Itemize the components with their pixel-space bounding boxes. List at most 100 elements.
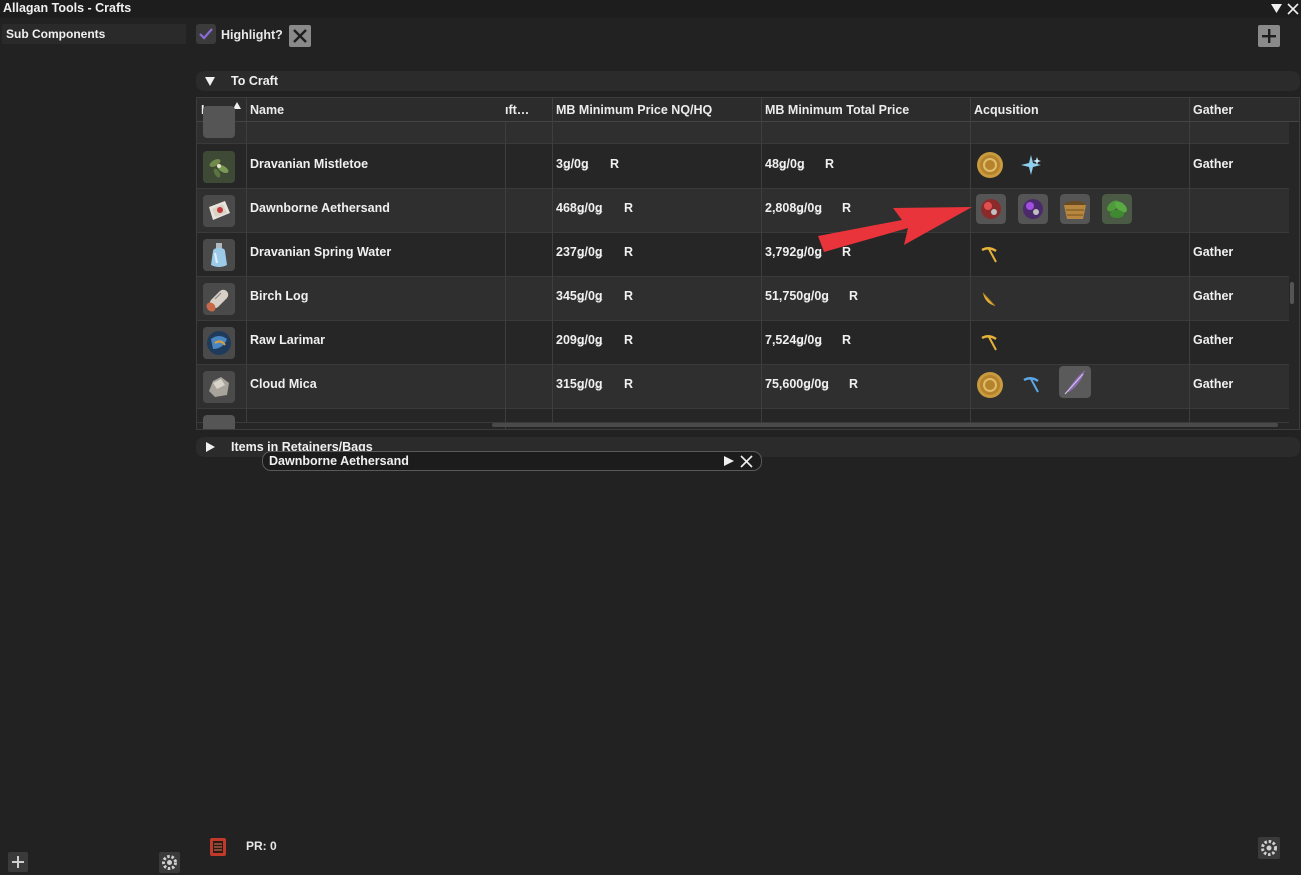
table-row[interactable]: Dravanian Mistletoe 3ǥ/0ǥ R 48ǥ/0ǥ R Gat… — [197, 145, 1289, 189]
mb-total-price: 51,750ǥ/0ǥ — [765, 289, 829, 303]
total-retainer-flag: R — [842, 201, 852, 215]
settings-button[interactable] — [1258, 837, 1280, 859]
item-icon — [203, 415, 235, 429]
mb-min-price: 3ǥ/0ǥ — [556, 157, 589, 171]
collapsed-triangle-icon — [206, 442, 215, 452]
sidebar-item-sub-components[interactable]: Sub Components — [2, 24, 186, 44]
notebook-icon[interactable] — [207, 836, 229, 858]
sidebar-item-label: Sub Components — [6, 27, 106, 41]
item-name: Dravanian Mistletoe — [250, 157, 369, 171]
item-name: Raw Larimar — [250, 333, 326, 347]
craft-table: Icon Name ıft… MB Minimum Price NQ/HQ MB… — [196, 97, 1300, 430]
gather-link[interactable]: Gather — [1193, 157, 1233, 171]
mb-total-price: 3,792ǥ/0ǥ — [765, 245, 822, 259]
gear-icon — [1261, 840, 1277, 856]
column-header-name[interactable]: Name — [250, 103, 284, 117]
basket-icon[interactable] — [1060, 194, 1090, 224]
total-retainer-flag: R — [849, 377, 859, 391]
mb-total-price: 75,600ǥ/0ǥ — [765, 377, 829, 391]
pickaxe-icon[interactable] — [979, 333, 999, 353]
collapse-triangle-icon[interactable] — [1270, 2, 1283, 15]
gather-link[interactable]: Gather — [1193, 377, 1233, 391]
mistletoe-item-icon — [203, 151, 235, 183]
vertical-scrollbar[interactable] — [1290, 282, 1294, 304]
sparkle-icon[interactable] — [1020, 154, 1042, 176]
total-retainer-flag: R — [842, 245, 852, 259]
hatchet-icon[interactable] — [979, 289, 999, 309]
leaf-icon[interactable] — [1102, 194, 1132, 224]
blue-pickaxe-icon[interactable] — [1021, 375, 1041, 395]
item-search-popup[interactable]: Dawnborne Aethersand — [262, 451, 762, 471]
spring-water-item-icon — [203, 239, 235, 271]
column-header-gather[interactable]: Gather — [1193, 103, 1233, 117]
table-row[interactable]: Dawnborne Aethersand 468ǥ/0ǥ R 2,808ǥ/0ǥ… — [197, 189, 1289, 233]
pickaxe-icon[interactable] — [979, 245, 999, 265]
table-row[interactable]: Dravanian Spring Water 237ǥ/0ǥ R 3,792ǥ/… — [197, 233, 1289, 277]
table-header: Icon Name ıft… MB Minimum Price NQ/HQ MB… — [197, 98, 1299, 122]
pr-status: PR: 0 — [246, 839, 277, 853]
total-retainer-flag: R — [849, 289, 859, 303]
table-row[interactable]: Birch Log 345ǥ/0ǥ R 51,750ǥ/0ǥ R Gather — [197, 277, 1289, 321]
mb-min-price: 315ǥ/0ǥ — [556, 377, 603, 391]
cloud-mica-item-icon — [203, 371, 235, 403]
table-row-partial — [197, 409, 1289, 429]
total-retainer-flag: R — [842, 333, 852, 347]
column-divider — [505, 122, 506, 429]
mb-min-price: 345ǥ/0ǥ — [556, 289, 603, 303]
gather-link[interactable]: Gather — [1193, 289, 1233, 303]
gear-icon — [162, 855, 177, 870]
larimar-item-icon — [203, 327, 235, 359]
reduction-purple-icon[interactable] — [1018, 194, 1048, 224]
column-divider — [761, 98, 762, 423]
price-retainer-flag: R — [624, 245, 634, 259]
mb-total-price: 7,524ǥ/0ǥ — [765, 333, 822, 347]
item-name: Cloud Mica — [250, 377, 317, 391]
mb-min-price: 209ǥ/0ǥ — [556, 333, 603, 347]
horizontal-scrollbar[interactable] — [492, 423, 1278, 427]
table-row[interactable]: Cloud Mica 315ǥ/0ǥ R 75,600ǥ/0ǥ R Gather — [197, 365, 1289, 409]
plus-icon — [1262, 29, 1276, 43]
birch-log-item-icon — [203, 283, 235, 315]
close-icon[interactable] — [740, 455, 753, 468]
item-name: Dawnborne Aethersand — [250, 201, 390, 215]
item-icon — [203, 106, 235, 138]
column-header-mb-min-price[interactable]: MB Minimum Price NQ/HQ — [556, 103, 712, 117]
mb-min-price: 237ǥ/0ǥ — [556, 245, 603, 259]
highlight-label: Highlight? — [221, 28, 283, 42]
column-divider — [246, 98, 247, 423]
price-retainer-flag: R — [624, 201, 634, 215]
settings-button[interactable] — [159, 852, 180, 873]
column-header-acquisition[interactable]: Acqusition — [974, 103, 1039, 117]
column-divider — [552, 98, 553, 423]
sidebar: Sub Components — [0, 18, 190, 875]
gil-coin-icon[interactable] — [975, 370, 1005, 400]
to-craft-section-header[interactable]: To Craft — [196, 71, 1300, 91]
column-divider — [1189, 98, 1190, 423]
highlight-checkbox[interactable] — [196, 24, 216, 44]
reduction-red-icon[interactable] — [976, 194, 1006, 224]
feather-quill-icon[interactable] — [1059, 366, 1091, 398]
close-icon[interactable] — [1286, 2, 1300, 16]
window-title: Allagan Tools - Crafts — [3, 1, 132, 15]
table-row-partial — [197, 106, 1289, 144]
price-retainer-flag: R — [610, 157, 620, 171]
checkmark-icon — [199, 28, 213, 40]
play-arrow-icon[interactable] — [723, 455, 735, 467]
gil-coin-icon[interactable] — [975, 150, 1005, 180]
add-column-button[interactable] — [1258, 25, 1280, 47]
plus-icon — [12, 856, 24, 868]
column-header-craft[interactable]: ıft… — [505, 103, 529, 117]
item-name: Birch Log — [250, 289, 309, 303]
mb-min-price: 468ǥ/0ǥ — [556, 201, 603, 215]
close-icon — [293, 29, 307, 43]
table-row[interactable]: Raw Larimar 209ǥ/0ǥ R 7,524ǥ/0ǥ R Gather — [197, 321, 1289, 365]
title-bar: Allagan Tools - Crafts — [0, 0, 1301, 18]
column-header-mb-total-price[interactable]: MB Minimum Total Price — [765, 103, 909, 117]
clear-highlight-button[interactable] — [289, 25, 311, 47]
add-list-button[interactable] — [8, 852, 28, 872]
gather-link[interactable]: Gather — [1193, 245, 1233, 259]
gather-link[interactable]: Gather — [1193, 333, 1233, 347]
item-search-value: Dawnborne Aethersand — [269, 454, 409, 468]
price-retainer-flag: R — [624, 377, 634, 391]
item-name: Dravanian Spring Water — [250, 245, 392, 259]
